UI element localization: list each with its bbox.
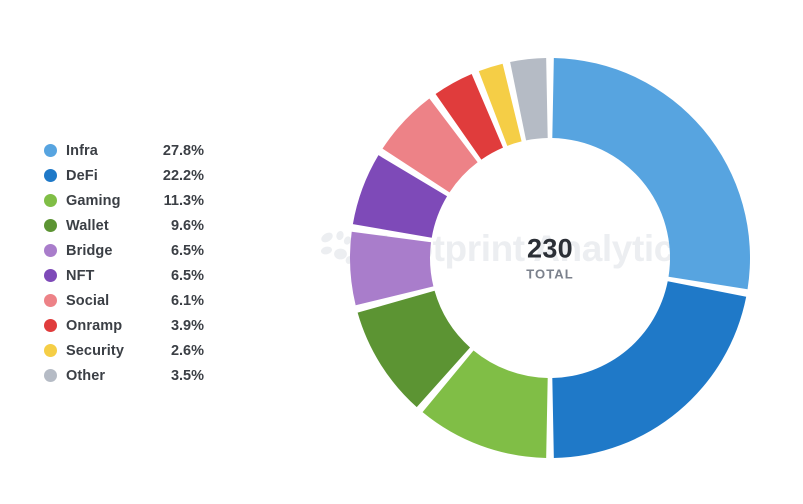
legend-swatch-onramp [44, 319, 57, 332]
legend-value-wallet: 9.6% [170, 217, 204, 234]
legend-value-defi: 22.2% [162, 167, 204, 184]
legend-item-social[interactable]: Social 6.1% [44, 288, 204, 313]
legend-item-defi[interactable]: DeFi 22.2% [44, 163, 204, 188]
legend-item-gaming[interactable]: Gaming 11.3% [44, 188, 204, 213]
legend: Infra 27.8% DeFi 22.2% Gaming 11.3% Wall… [44, 138, 204, 388]
legend-label-social: Social [66, 292, 110, 309]
legend-label-other: Other [66, 367, 106, 384]
legend-label-bridge: Bridge [66, 242, 113, 259]
legend-swatch-security [44, 344, 57, 357]
donut-svg [350, 58, 750, 458]
legend-item-infra[interactable]: Infra 27.8% [44, 138, 204, 163]
legend-item-nft[interactable]: NFT 6.5% [44, 263, 204, 288]
legend-swatch-gaming [44, 194, 57, 207]
legend-value-nft: 6.5% [170, 267, 204, 284]
donut-slice-infra[interactable] [552, 58, 750, 290]
legend-value-social: 6.1% [170, 292, 204, 309]
legend-value-infra: 27.8% [162, 142, 204, 159]
legend-label-defi: DeFi [66, 167, 98, 184]
legend-value-onramp: 3.9% [170, 317, 204, 334]
legend-label-wallet: Wallet [66, 217, 109, 234]
legend-item-other[interactable]: Other 3.5% [44, 363, 204, 388]
legend-value-gaming: 11.3% [163, 192, 204, 209]
legend-swatch-nft [44, 269, 57, 282]
legend-swatch-other [44, 369, 57, 382]
legend-value-security: 2.6% [170, 342, 204, 359]
legend-label-nft: NFT [66, 267, 95, 284]
legend-swatch-bridge [44, 244, 57, 257]
legend-label-gaming: Gaming [66, 192, 121, 209]
legend-value-other: 3.5% [170, 367, 204, 384]
donut-slice-defi[interactable] [552, 281, 747, 458]
legend-label-infra: Infra [66, 142, 98, 159]
donut-chart: Footprint Analytics Infra 27.8% DeFi 22.… [0, 0, 803, 504]
donut-slice-bridge[interactable] [350, 231, 434, 306]
donut-graphic [348, 56, 752, 460]
legend-label-onramp: Onramp [66, 317, 123, 334]
legend-item-onramp[interactable]: Onramp 3.9% [44, 313, 204, 338]
legend-item-bridge[interactable]: Bridge 6.5% [44, 238, 204, 263]
legend-label-security: Security [66, 342, 125, 359]
legend-item-security[interactable]: Security 2.6% [44, 338, 204, 363]
legend-swatch-infra [44, 144, 57, 157]
legend-swatch-wallet [44, 219, 57, 232]
legend-value-bridge: 6.5% [170, 242, 204, 259]
legend-swatch-social [44, 294, 57, 307]
legend-swatch-defi [44, 169, 57, 182]
legend-item-wallet[interactable]: Wallet 9.6% [44, 213, 204, 238]
